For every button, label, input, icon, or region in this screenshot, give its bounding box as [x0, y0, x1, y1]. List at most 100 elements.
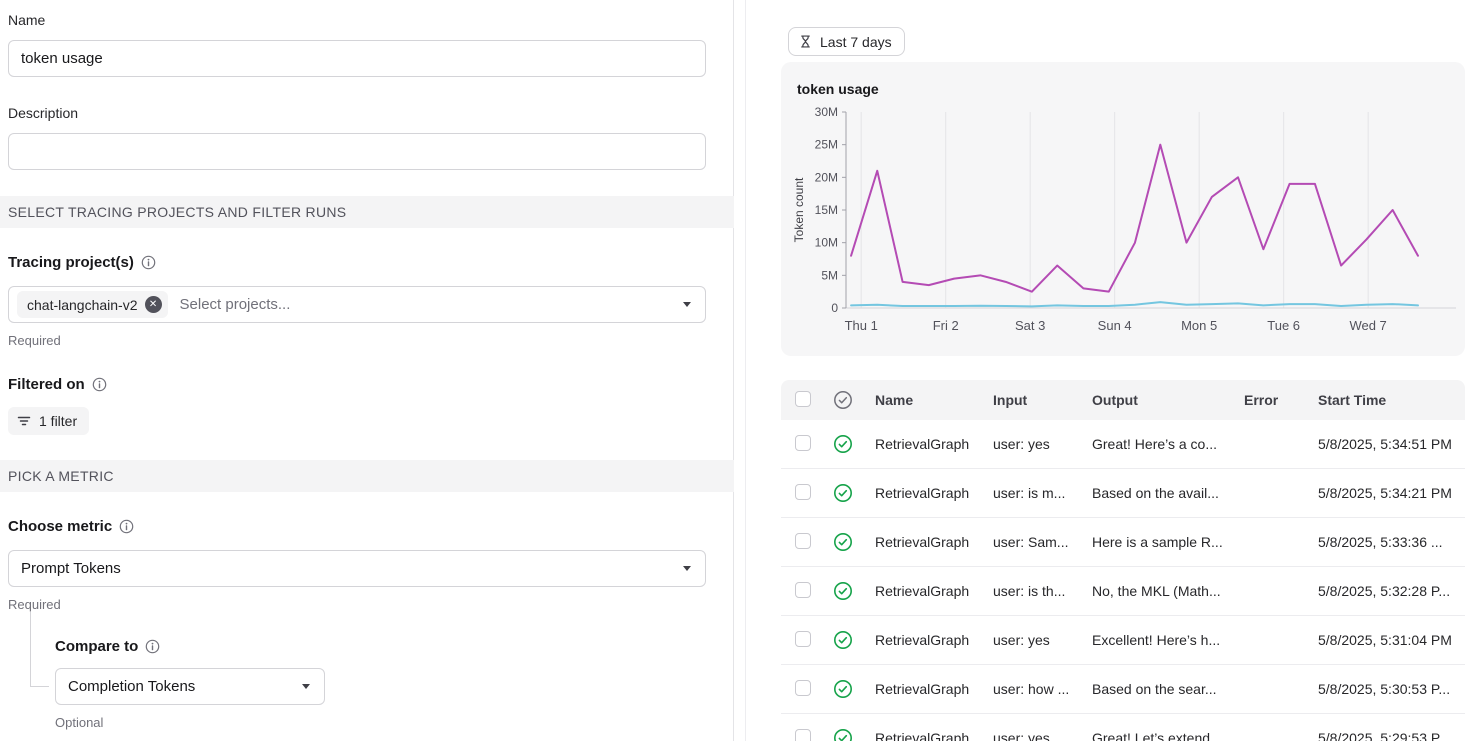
success-status-icon — [833, 434, 853, 454]
header-error[interactable]: Error — [1232, 392, 1306, 408]
filter-icon — [17, 414, 31, 428]
run-output: No, the MKL (Math... — [1080, 583, 1232, 599]
success-status-icon — [833, 483, 853, 503]
chevron-down-icon — [683, 302, 691, 307]
success-status-icon — [833, 581, 853, 601]
table-row[interactable]: RetrievalGraph user: yes Great! Let’s ex… — [781, 714, 1465, 741]
table-row[interactable]: RetrievalGraph user: how ... Based on th… — [781, 665, 1465, 714]
metric-required-note: Required — [8, 597, 61, 612]
compare-metric-select[interactable]: Completion Tokens — [55, 668, 325, 705]
metric-select[interactable]: Prompt Tokens — [8, 550, 706, 587]
run-name[interactable]: RetrievalGraph — [863, 534, 981, 550]
runs-table: Name Input Output Error Start Time Retri… — [781, 380, 1465, 741]
row-checkbox[interactable] — [795, 435, 811, 451]
row-checkbox[interactable] — [795, 533, 811, 549]
header-output[interactable]: Output — [1080, 392, 1232, 408]
description-label: Description — [8, 105, 78, 121]
header-input[interactable]: Input — [981, 392, 1080, 408]
success-status-icon — [833, 679, 853, 699]
run-start-time: 5/8/2025, 5:29:53 P... — [1306, 730, 1465, 741]
row-checkbox[interactable] — [795, 680, 811, 696]
svg-text:15M: 15M — [815, 203, 838, 217]
run-name[interactable]: RetrievalGraph — [863, 583, 981, 599]
filtered-on-label: Filtered on — [8, 376, 107, 393]
compare-to-label: Compare to — [55, 638, 160, 655]
chart-title: token usage — [797, 81, 879, 97]
run-output: Great! Let’s extend... — [1080, 730, 1232, 741]
remove-project-icon[interactable]: ✕ — [145, 296, 162, 313]
run-input: user: is th... — [981, 583, 1080, 599]
header-name[interactable]: Name — [863, 392, 981, 408]
run-input: user: how ... — [981, 681, 1080, 697]
description-input[interactable] — [8, 133, 706, 170]
metric-config-panel: Name Description SELECT TRACING PROJECTS… — [0, 0, 734, 741]
project-chip: chat-langchain-v2 ✕ — [17, 291, 168, 318]
info-icon[interactable] — [141, 255, 156, 270]
name-label: Name — [8, 12, 45, 28]
run-name[interactable]: RetrievalGraph — [863, 436, 981, 452]
run-input: user: yes — [981, 632, 1080, 648]
svg-text:20M: 20M — [815, 170, 838, 184]
project-placeholder: Select projects... — [180, 296, 291, 313]
svg-text:5M: 5M — [821, 268, 838, 282]
info-icon[interactable] — [92, 377, 107, 392]
app-window: Name Description SELECT TRACING PROJECTS… — [0, 0, 1475, 741]
hourglass-icon — [798, 34, 813, 49]
row-checkbox[interactable] — [795, 582, 811, 598]
run-input: user: is m... — [981, 485, 1080, 501]
tracing-projects-label: Tracing project(s) — [8, 254, 156, 271]
table-header-row: Name Input Output Error Start Time — [781, 380, 1465, 420]
chevron-down-icon — [302, 684, 310, 689]
success-status-icon — [833, 728, 853, 741]
svg-text:Sun 4: Sun 4 — [1098, 318, 1132, 333]
run-start-time: 5/8/2025, 5:34:51 PM — [1306, 436, 1465, 452]
section-select-projects: SELECT TRACING PROJECTS AND FILTER RUNS — [0, 196, 734, 228]
run-start-time: 5/8/2025, 5:34:21 PM — [1306, 485, 1465, 501]
run-name[interactable]: RetrievalGraph — [863, 632, 981, 648]
run-input: user: yes — [981, 436, 1080, 452]
info-icon[interactable] — [119, 519, 134, 534]
svg-text:Thu 1: Thu 1 — [845, 318, 878, 333]
table-row[interactable]: RetrievalGraph user: is m... Based on th… — [781, 469, 1465, 518]
svg-text:Tue 6: Tue 6 — [1267, 318, 1300, 333]
project-multiselect[interactable]: chat-langchain-v2 ✕ Select projects... — [8, 286, 706, 323]
svg-text:25M: 25M — [815, 138, 838, 152]
row-checkbox[interactable] — [795, 729, 811, 741]
select-all-checkbox[interactable] — [795, 391, 811, 407]
success-status-icon — [833, 630, 853, 650]
run-name[interactable]: RetrievalGraph — [863, 485, 981, 501]
run-input: user: Sam... — [981, 534, 1080, 550]
run-output: Great! Here’s a co... — [1080, 436, 1232, 452]
info-icon[interactable] — [145, 639, 160, 654]
run-output: Based on the sear... — [1080, 681, 1232, 697]
compare-connector-line — [30, 612, 49, 687]
run-start-time: 5/8/2025, 5:33:36 ... — [1306, 534, 1465, 550]
table-row[interactable]: RetrievalGraph user: is th... No, the MK… — [781, 567, 1465, 616]
filter-count-button[interactable]: 1 filter — [8, 407, 89, 435]
row-checkbox[interactable] — [795, 631, 811, 647]
token-usage-chart: Thu 1Fri 2Sat 3Sun 4Mon 5Tue 6Wed 705M10… — [789, 102, 1461, 342]
run-name[interactable]: RetrievalGraph — [863, 681, 981, 697]
row-checkbox[interactable] — [795, 484, 811, 500]
table-row[interactable]: RetrievalGraph user: yes Great! Here’s a… — [781, 420, 1465, 469]
chevron-down-icon — [683, 566, 691, 571]
svg-text:Wed 7: Wed 7 — [1349, 318, 1386, 333]
compare-optional-note: Optional — [55, 715, 103, 730]
preview-panel: Last 7 days token usage Thu 1Fri 2Sat 3S… — [745, 0, 1475, 741]
token-usage-chart-card: token usage Thu 1Fri 2Sat 3Sun 4Mon 5Tue… — [781, 62, 1465, 356]
run-input: user: yes — [981, 730, 1080, 741]
run-start-time: 5/8/2025, 5:32:28 P... — [1306, 583, 1465, 599]
table-row[interactable]: RetrievalGraph user: Sam... Here is a sa… — [781, 518, 1465, 567]
header-start-time[interactable]: Start Time — [1306, 392, 1465, 408]
run-name[interactable]: RetrievalGraph — [863, 730, 981, 741]
svg-text:Token count: Token count — [792, 177, 806, 242]
name-input[interactable] — [8, 40, 706, 77]
time-range-button[interactable]: Last 7 days — [788, 27, 905, 56]
run-output: Excellent! Here’s h... — [1080, 632, 1232, 648]
section-pick-metric: PICK A METRIC — [0, 460, 734, 492]
table-row[interactable]: RetrievalGraph user: yes Excellent! Here… — [781, 616, 1465, 665]
run-output: Here is a sample R... — [1080, 534, 1232, 550]
run-start-time: 5/8/2025, 5:30:53 P... — [1306, 681, 1465, 697]
svg-text:Mon 5: Mon 5 — [1181, 318, 1217, 333]
svg-text:0: 0 — [831, 301, 838, 315]
